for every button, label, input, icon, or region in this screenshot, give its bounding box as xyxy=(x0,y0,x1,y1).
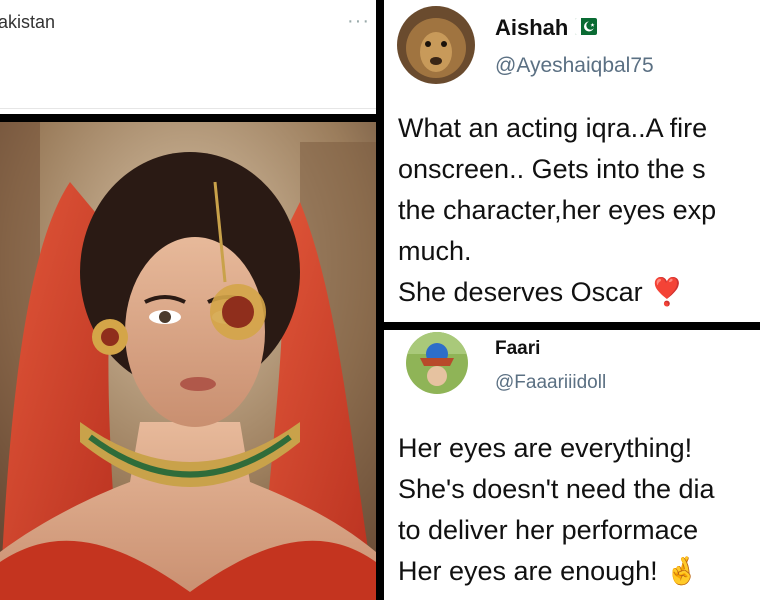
tweet-line: to deliver her performace xyxy=(398,515,699,545)
display-name[interactable]: Aishah xyxy=(495,15,568,41)
tweet-line: She deserves Oscar xyxy=(398,277,643,307)
tweet-text: What an acting iqra..A fire onscreen.. G… xyxy=(398,108,716,313)
heart-exclamation-emoji: ❣️ xyxy=(650,277,684,307)
tweet-line: What an acting iqra..A fire xyxy=(398,113,708,143)
tweet-text: Her eyes are everything! She's doesn't n… xyxy=(398,428,715,592)
lion-avatar-icon xyxy=(397,6,475,84)
tweet-line: the character,her eyes exp xyxy=(398,195,717,225)
more-options-icon[interactable]: ··· xyxy=(347,10,370,33)
person-avatar-icon xyxy=(406,332,468,394)
tweet-card-faari: Faari @Faaariiidoll Her eyes are everyth… xyxy=(384,330,760,600)
tweet-line: onscreen.. Gets into the s xyxy=(398,154,706,184)
top-left-tweet-card: akistan ··· xyxy=(0,0,376,114)
avatar[interactable] xyxy=(406,332,468,394)
bride-illustration xyxy=(0,122,376,600)
display-name[interactable]: Faari xyxy=(495,338,540,360)
tweet-line-with-emoji: She deserves Oscar ❣️ xyxy=(398,272,716,313)
crossed-fingers-emoji: 🤞 xyxy=(665,556,699,586)
divider xyxy=(0,108,376,109)
tweet-line: She's doesn't need the dia xyxy=(398,474,715,504)
tweet-card-aishah: Aishah @Ayeshaiqbal75 What an acting iqr… xyxy=(384,0,760,322)
account-name-partial[interactable]: akistan xyxy=(0,12,55,33)
avatar[interactable] xyxy=(397,6,475,84)
user-handle[interactable]: @Faaariiidoll xyxy=(495,372,606,394)
user-handle[interactable]: @Ayeshaiqbal75 xyxy=(495,54,654,78)
tweet-line: Her eyes are enough! xyxy=(398,556,658,586)
tweet-line: Her eyes are everything! xyxy=(398,433,693,463)
tweet-line: much. xyxy=(398,236,472,266)
bride-photo xyxy=(0,122,376,600)
tweet-line-with-emoji: Her eyes are enough! 🤞 xyxy=(398,551,715,592)
pakistan-flag-icon xyxy=(575,18,597,35)
